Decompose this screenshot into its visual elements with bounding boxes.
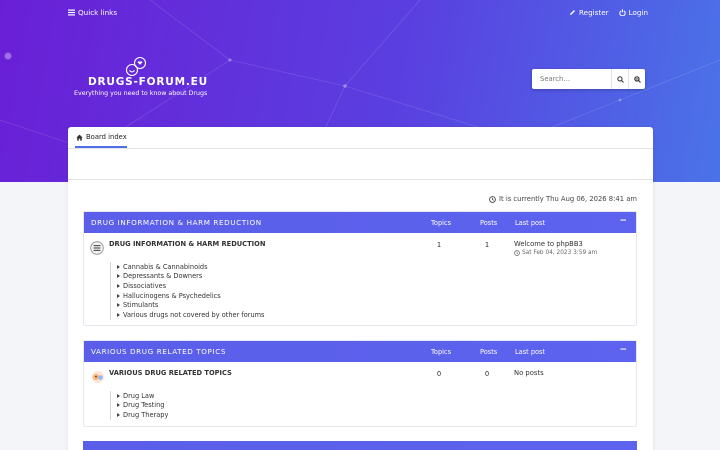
login-label: Login <box>628 8 648 17</box>
search-icon <box>616 75 624 83</box>
clock-icon <box>514 250 520 256</box>
advanced-search-button[interactable] <box>628 69 645 89</box>
forum-posts-count: 0 <box>484 370 490 378</box>
current-time: It is currently Thu Aug 06, 2026 8:41 am <box>489 195 637 203</box>
column-posts: Posts <box>480 219 498 227</box>
quick-links-menu[interactable]: Quick links <box>68 8 117 17</box>
board-index-link[interactable]: Board index <box>76 133 127 141</box>
subforum-label: Drug Law <box>123 391 155 400</box>
category-title[interactable]: VARIOUS DRUG RELATED TOPICS <box>91 347 226 356</box>
forum-last-post: No posts <box>514 369 544 377</box>
quick-links-label: Quick links <box>78 8 118 17</box>
triangle-right-icon <box>117 303 120 308</box>
category-header <box>83 441 637 450</box>
forum-icon <box>90 241 104 255</box>
forum-topics-count: 1 <box>436 241 442 249</box>
subforum-label: Cannabis & Cannabinoids <box>123 262 208 271</box>
subforum-link[interactable]: Depressants & Downers <box>117 272 265 282</box>
clock-icon <box>489 195 496 203</box>
subforum-label: Stimulants <box>123 301 159 310</box>
search-box: Search… <box>532 69 645 89</box>
triangle-right-icon <box>117 293 120 298</box>
column-last-post: Last post <box>515 348 546 356</box>
forum-last-post: Welcome to phpBB3 Sat Feb 04, 2023 3:59 … <box>514 240 597 256</box>
power-icon <box>618 9 626 16</box>
header-band <box>68 149 653 180</box>
subforum-link[interactable]: Cannabis & Cannabinoids <box>117 262 265 272</box>
register-label: Register <box>579 8 609 17</box>
category-header: DRUG INFORMATION & HARM REDUCTION Topics… <box>84 212 636 233</box>
triangle-right-icon <box>117 283 120 288</box>
pencil-icon <box>570 10 576 15</box>
last-post-link[interactable]: Welcome to phpBB3 <box>514 240 597 248</box>
site-tagline: Everything you need to know about Drugs <box>74 90 208 97</box>
subforum-label: Depressants & Downers <box>123 272 203 281</box>
breadcrumb: Board index <box>68 127 653 149</box>
forum-topics-count: 0 <box>436 370 442 378</box>
logo-icon <box>125 56 147 77</box>
category-header: VARIOUS DRUG RELATED TOPICS Topics Posts… <box>84 341 636 362</box>
hamburger-icon <box>68 9 75 16</box>
subforum-link[interactable]: Dissociatives <box>117 281 265 291</box>
triangle-right-icon <box>117 274 120 279</box>
search-button[interactable] <box>611 69 628 89</box>
triangle-right-icon <box>117 312 120 317</box>
triangle-right-icon <box>117 264 120 269</box>
column-posts: Posts <box>480 348 498 356</box>
subforum-label: Dissociatives <box>123 281 167 290</box>
subforum-link[interactable]: Various drugs not covered by other forum… <box>117 310 265 320</box>
triangle-right-icon <box>117 412 120 417</box>
forum-title-link[interactable]: VARIOUS DRUG RELATED TOPICS <box>109 369 232 377</box>
collapse-toggle[interactable]: − <box>619 216 627 226</box>
last-post-text: No posts <box>514 369 544 377</box>
register-link[interactable]: Register <box>569 8 609 17</box>
subforum-label: Hallucinogens & Psychedelics <box>123 291 221 300</box>
collapse-toggle[interactable]: − <box>619 345 627 355</box>
column-topics: Topics <box>431 219 452 227</box>
search-input[interactable]: Search… <box>532 75 611 83</box>
login-link[interactable]: Login <box>618 8 648 17</box>
column-last-post: Last post <box>515 219 546 227</box>
category-drug-information: DRUG INFORMATION & HARM REDUCTION Topics… <box>83 211 637 326</box>
forum-title-link[interactable]: DRUG INFORMATION & HARM REDUCTION <box>109 240 265 248</box>
site-logo[interactable]: DRUGS-FORUM.EU Everything you need to kn… <box>74 56 208 97</box>
triangle-right-icon <box>117 393 120 398</box>
last-post-date: Sat Feb 04, 2023 3:59 am <box>514 250 597 256</box>
main-card: Board index It is currently Thu Aug 06, … <box>68 127 653 450</box>
subforum-link[interactable]: Drug Law <box>117 391 168 401</box>
subforum-link[interactable]: Drug Therapy <box>117 410 168 420</box>
current-time-text: It is currently Thu Aug 06, 2026 8:41 am <box>498 195 637 203</box>
subforum-link[interactable]: Hallucinogens & Psychedelics <box>117 291 265 301</box>
subforum-link[interactable]: Stimulants <box>117 300 265 310</box>
category-next <box>83 441 637 450</box>
last-post-date-text: Sat Feb 04, 2023 3:59 am <box>522 250 598 256</box>
board-index-label: Board index <box>86 133 127 141</box>
subforum-link[interactable]: Drug Testing <box>117 401 168 411</box>
subforum-label: Drug Therapy <box>123 410 169 419</box>
home-icon <box>76 134 83 141</box>
subforum-label: Drug Testing <box>123 401 165 410</box>
category-various-drug-topics: VARIOUS DRUG RELATED TOPICS Topics Posts… <box>83 340 637 427</box>
column-topics: Topics <box>431 348 452 356</box>
category-title[interactable]: DRUG INFORMATION & HARM REDUCTION <box>91 218 262 227</box>
subforum-list: Cannabis & Cannabinoids Depressants & Do… <box>110 262 265 320</box>
active-tab-indicator <box>75 146 127 148</box>
forum-posts-count: 1 <box>484 241 490 249</box>
triangle-right-icon <box>117 403 120 408</box>
subforum-list: Drug Law Drug Testing Drug Therapy <box>110 391 168 420</box>
advanced-search-icon <box>633 75 641 83</box>
forum-avatar-icon <box>92 371 104 383</box>
subforum-label: Various drugs not covered by other forum… <box>123 310 265 319</box>
